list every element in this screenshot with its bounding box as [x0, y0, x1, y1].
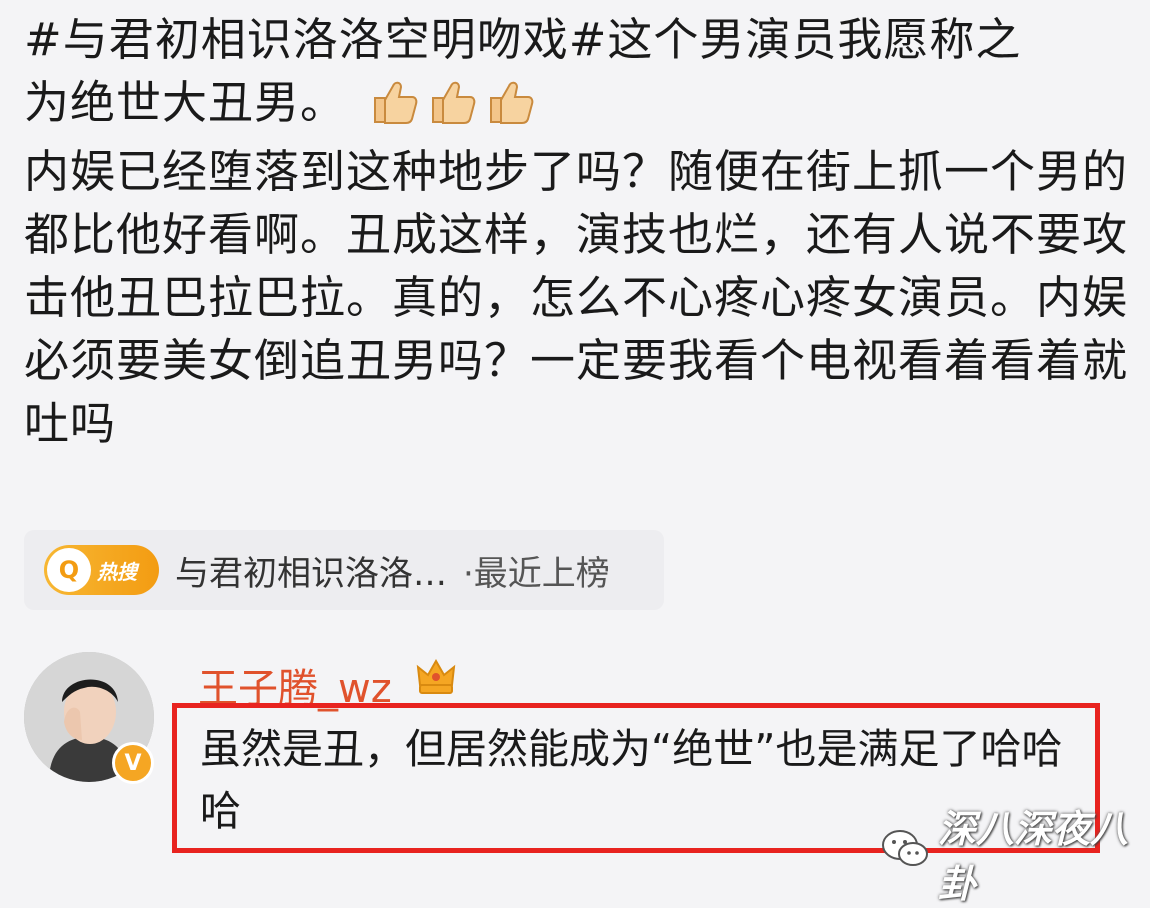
- post-line-2: 为绝世大丑男。: [24, 76, 347, 129]
- trending-badge-label: 热搜: [97, 559, 137, 584]
- post-paragraph: 内娱已经堕落到这种地步了吗？随便在街上抓一个男的都比他好看啊。丑成这样，演技也烂…: [24, 145, 1129, 450]
- thumbs-up-icon: [427, 77, 477, 140]
- topic-title: 与君初相识洛洛…: [175, 553, 447, 594]
- watermark: 深八深夜八卦: [880, 798, 1150, 908]
- post-line-1: 这个男演员我愿称之: [607, 13, 1022, 66]
- watermark-text: 深八深夜八卦: [938, 807, 1129, 906]
- trending-topic-chip[interactable]: Q 热搜 与君初相识洛洛… ·最近上榜: [24, 530, 664, 610]
- topic-status: ·最近上榜: [463, 553, 610, 594]
- thumbs-up-icon: [485, 77, 535, 140]
- post-hashtag[interactable]: #与君初相识洛洛空明吻戏#: [24, 13, 607, 66]
- post-body: #与君初相识洛洛空明吻戏#这个男演员我愿称之 为绝世大丑男。 内娱已经堕落到这种…: [24, 8, 1134, 455]
- crown-icon: [414, 655, 458, 703]
- trending-badge: Q 热搜: [44, 545, 159, 595]
- verified-badge-icon: V: [112, 742, 154, 784]
- wechat-icon: [880, 828, 930, 879]
- search-icon: Q: [47, 548, 91, 592]
- thumbs-up-icon: [369, 77, 419, 140]
